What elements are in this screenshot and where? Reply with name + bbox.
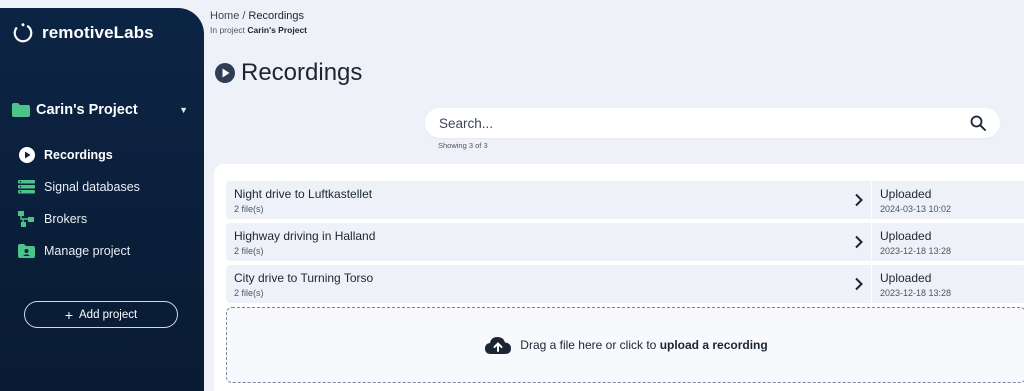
- chevron-right-icon[interactable]: [854, 277, 864, 291]
- sidebar-item-label: Signal databases: [44, 180, 140, 194]
- sidebar-item-label: Recordings: [44, 148, 113, 162]
- row-divider: [871, 223, 872, 261]
- upload-recording-link[interactable]: upload a recording: [660, 338, 768, 352]
- broker-network-icon: [18, 211, 35, 228]
- folder-icon: [12, 103, 30, 117]
- project-selector[interactable]: Carin's Project ▼: [12, 102, 188, 118]
- recording-name: Night drive to Luftkastellet: [234, 187, 373, 201]
- breadcrumb-home[interactable]: Home: [210, 10, 239, 22]
- recording-name: Highway driving in Halland: [234, 229, 376, 243]
- play-circle-icon: [215, 63, 235, 83]
- upload-text-prefix: Drag a file here or click to: [520, 338, 657, 352]
- upload-dropzone[interactable]: Drag a file here or click to upload a re…: [226, 307, 1024, 383]
- recording-date: 2023-12-18 13:28: [880, 246, 952, 256]
- plus-icon: +: [64, 306, 73, 323]
- remotivelabs-logo-icon: [13, 23, 33, 43]
- recording-name: City drive to Turning Torso: [234, 271, 374, 285]
- project-context-name: Carin's Project: [247, 25, 307, 35]
- logo-text: remotiveLabs: [42, 23, 154, 42]
- search-input[interactable]: [439, 115, 970, 131]
- manage-project-icon: [18, 243, 35, 260]
- row-divider: [871, 265, 872, 303]
- chevron-right-icon[interactable]: [854, 193, 864, 207]
- recording-status: Uploaded: [880, 229, 932, 243]
- search-bar: [425, 108, 1000, 138]
- add-project-label: Add project: [79, 308, 138, 321]
- logo[interactable]: remotiveLabs: [12, 22, 154, 44]
- sidebar-item-label: Manage project: [44, 244, 131, 258]
- results-count: Showing 3 of 3: [438, 141, 488, 150]
- caret-down-icon[interactable]: ▼: [179, 105, 188, 115]
- chevron-right-icon[interactable]: [854, 235, 864, 249]
- recording-file-count: 2 file(s): [234, 204, 264, 214]
- project-context-prefix: In project: [210, 25, 245, 35]
- recording-status: Uploaded: [880, 271, 932, 285]
- recording-row[interactable]: City drive to Turning Torso 2 file(s) Up…: [226, 265, 1024, 303]
- recording-file-count: 2 file(s): [234, 288, 264, 298]
- project-context: In project Carin's Project: [210, 25, 307, 35]
- cloud-upload-icon: [485, 337, 512, 354]
- page-header: Recordings: [215, 59, 362, 87]
- sidebar-item-manage-project[interactable]: Manage project: [18, 235, 140, 267]
- recording-status: Uploaded: [880, 187, 932, 201]
- play-circle-icon: [18, 147, 35, 164]
- add-project-button[interactable]: + Add project: [24, 301, 178, 328]
- recording-row[interactable]: Highway driving in Halland 2 file(s) Upl…: [226, 223, 1024, 261]
- database-icon: [18, 179, 35, 196]
- sidebar-nav: Recordings Signal databases Brokers Mana…: [18, 139, 140, 267]
- recording-row[interactable]: Night drive to Luftkastellet 2 file(s) U…: [226, 181, 1024, 219]
- row-divider: [871, 181, 872, 219]
- breadcrumb-current: Recordings: [248, 10, 305, 22]
- recording-file-count: 2 file(s): [234, 246, 264, 256]
- sidebar: remotiveLabs Carin's Project ▼ Recording…: [0, 8, 204, 391]
- sidebar-item-signal-databases[interactable]: Signal databases: [18, 171, 140, 203]
- recording-date: 2024-03-13 10:02: [880, 204, 952, 214]
- project-name: Carin's Project: [36, 102, 138, 118]
- sidebar-item-brokers[interactable]: Brokers: [18, 203, 140, 235]
- recording-date: 2023-12-18 13:28: [880, 288, 952, 298]
- upload-text: Drag a file here or click to upload a re…: [520, 338, 767, 352]
- page-title: Recordings: [241, 59, 363, 86]
- sidebar-item-recordings[interactable]: Recordings: [18, 139, 140, 171]
- breadcrumb: Home / Recordings: [210, 10, 304, 22]
- search-icon[interactable]: [970, 115, 986, 131]
- breadcrumb-separator: /: [242, 10, 246, 22]
- sidebar-item-label: Brokers: [44, 212, 88, 226]
